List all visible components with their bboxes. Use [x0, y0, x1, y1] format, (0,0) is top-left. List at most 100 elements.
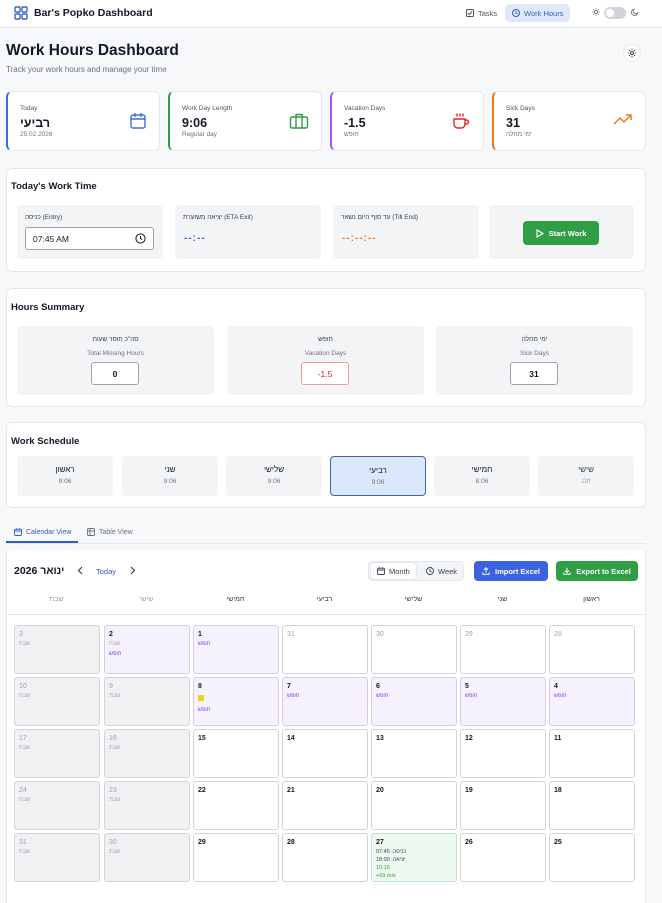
calendar-day-cell[interactable]: 8 חופש: [193, 677, 279, 726]
day-note: יציאה: 18:00: [376, 857, 406, 863]
calendar-day-cell[interactable]: 23 שבת: [104, 781, 190, 830]
summary-value[interactable]: 31: [510, 362, 558, 385]
day-hours: 9:06: [58, 478, 72, 485]
table-icon: [87, 528, 95, 536]
calendar-day-cell[interactable]: 17 שבת: [14, 729, 100, 778]
day-number: 8: [198, 683, 202, 690]
week-view-button[interactable]: Week: [420, 563, 463, 579]
calendar-day-cell[interactable]: 1 חופש: [193, 625, 279, 674]
schedule-day-friday[interactable]: שישי Off: [538, 456, 634, 496]
entry-box: כניסה (Entry) 07:45 AM: [17, 205, 163, 259]
calendar-day-cell[interactable]: 9 שבת: [104, 677, 190, 726]
chevron-left-icon[interactable]: [77, 566, 83, 575]
day-hours: 9:06: [371, 479, 385, 486]
stat-sub: Regular day: [182, 131, 218, 138]
calendar-day-cell[interactable]: 31: [282, 625, 368, 674]
calendar-day-cell[interactable]: 15: [193, 729, 279, 778]
calendar-day-cell[interactable]: 16 שבת: [104, 729, 190, 778]
clock-icon[interactable]: [135, 233, 146, 244]
day-note: שבת: [19, 797, 31, 803]
day-number: 30: [376, 631, 384, 638]
calendar-day-cell[interactable]: 5 חופש: [460, 677, 546, 726]
entry-time-input[interactable]: 07:45 AM: [25, 227, 154, 250]
calendar-day-cell[interactable]: 29: [460, 625, 546, 674]
schedule-day-sunday[interactable]: ראשון 9:06: [17, 456, 113, 496]
calendar-day-cell[interactable]: 10 שבת: [14, 677, 100, 726]
day-note: שבת: [19, 745, 31, 751]
calendar-day-cell[interactable]: 27 כניסה: 07:45 יציאה: 18:00 10:15 +69 min: [371, 833, 457, 882]
tab-table-view[interactable]: Table View: [87, 528, 133, 536]
summary-label-he: חופש: [318, 336, 333, 343]
calendar-day-cell[interactable]: 13: [371, 729, 457, 778]
nav-tasks-button[interactable]: Tasks: [459, 4, 504, 22]
calendar-day-cell[interactable]: 2 שבת חופש: [104, 625, 190, 674]
calendar-day-cell[interactable]: 29: [193, 833, 279, 882]
calendar-day-cell[interactable]: 20: [371, 781, 457, 830]
weekday-label: חמישי: [226, 596, 245, 603]
theme-toggle[interactable]: [604, 7, 626, 19]
calendar-day-cell[interactable]: 6 חופש: [371, 677, 457, 726]
calendar-day-cell[interactable]: 30: [371, 625, 457, 674]
day-hours: Off: [581, 478, 591, 485]
summary-value[interactable]: -1.5: [301, 362, 349, 385]
eta-box: יציאה משוערת (ETA Exit) --:--: [175, 205, 321, 259]
calendar-day-cell[interactable]: 19: [460, 781, 546, 830]
calendar-day-cell[interactable]: 14: [282, 729, 368, 778]
calendar-day-cell[interactable]: 28: [549, 625, 635, 674]
day-number: 6: [376, 683, 380, 690]
start-work-label: Start Work: [548, 228, 587, 238]
day-hours: 9:06: [163, 478, 177, 485]
calendar-day-cell[interactable]: 22: [193, 781, 279, 830]
calendar-icon: [377, 567, 385, 575]
calendar-day-cell[interactable]: 26: [460, 833, 546, 882]
calendar-icon: [14, 528, 22, 536]
schedule-day-tuesday[interactable]: שלישי 9:06: [226, 456, 322, 496]
summary-value[interactable]: 0: [91, 362, 139, 385]
day-number: 20: [376, 787, 384, 794]
day-number: 22: [198, 787, 206, 794]
day-number: 29: [198, 839, 206, 846]
settings-button[interactable]: [623, 44, 641, 62]
day-number: 10: [19, 683, 27, 690]
schedule-day-monday[interactable]: שני 9:06: [122, 456, 218, 496]
calendar-day-cell[interactable]: 24 שבת: [14, 781, 100, 830]
day-number: 21: [287, 787, 295, 794]
tab-calendar-view[interactable]: Calendar View: [14, 528, 71, 536]
calendar-day-cell[interactable]: 3 שבת: [14, 625, 100, 674]
calendar-day-cell[interactable]: 25: [549, 833, 635, 882]
calendar-day-cell[interactable]: 11: [549, 729, 635, 778]
week-label: Week: [438, 566, 458, 576]
summary-vacation-days: חופש Vacation Days -1.5: [227, 326, 424, 395]
import-excel-button[interactable]: Import Excel: [474, 561, 548, 581]
start-work-button[interactable]: Start Work: [523, 221, 599, 245]
day-note: שבת: [19, 849, 31, 855]
brand[interactable]: Bar's Popko Dashboard: [14, 6, 153, 20]
hours-summary-title: Hours Summary: [11, 302, 85, 313]
calendar-day-cell[interactable]: 12: [460, 729, 546, 778]
active-tab-indicator: [6, 541, 78, 543]
export-excel-button[interactable]: Export to Excel: [556, 561, 638, 581]
eta-value: --:--: [184, 233, 206, 244]
day-number: 30: [109, 839, 117, 846]
today-button[interactable]: Today: [96, 567, 116, 576]
calendar-day-cell[interactable]: 28: [282, 833, 368, 882]
month-view-button[interactable]: Month: [371, 563, 416, 579]
calendar-day-cell[interactable]: 31 שבת: [14, 833, 100, 882]
calendar-day-cell[interactable]: 7 חופש: [282, 677, 368, 726]
day-number: 31: [19, 839, 27, 846]
day-number: 3: [19, 631, 23, 638]
day-note: שבת: [109, 849, 121, 855]
schedule-day-thursday[interactable]: חמישי 8:06: [434, 456, 530, 496]
chevron-right-icon[interactable]: [130, 566, 136, 575]
calendar-day-cell[interactable]: 30 שבת: [104, 833, 190, 882]
nav-work-hours-button[interactable]: Work Hours: [505, 4, 571, 22]
schedule-day-wednesday[interactable]: רביעי 9:06: [330, 456, 426, 496]
calendar-day-cell[interactable]: 21: [282, 781, 368, 830]
calendar-day-cell[interactable]: 4 חופש: [549, 677, 635, 726]
calendar-day-cell[interactable]: 18: [549, 781, 635, 830]
download-icon: [563, 567, 571, 575]
stat-label: Work Day Length: [182, 105, 233, 112]
moon-icon: [631, 8, 639, 16]
upload-icon: [482, 567, 490, 575]
calendar-icon: [129, 112, 147, 130]
